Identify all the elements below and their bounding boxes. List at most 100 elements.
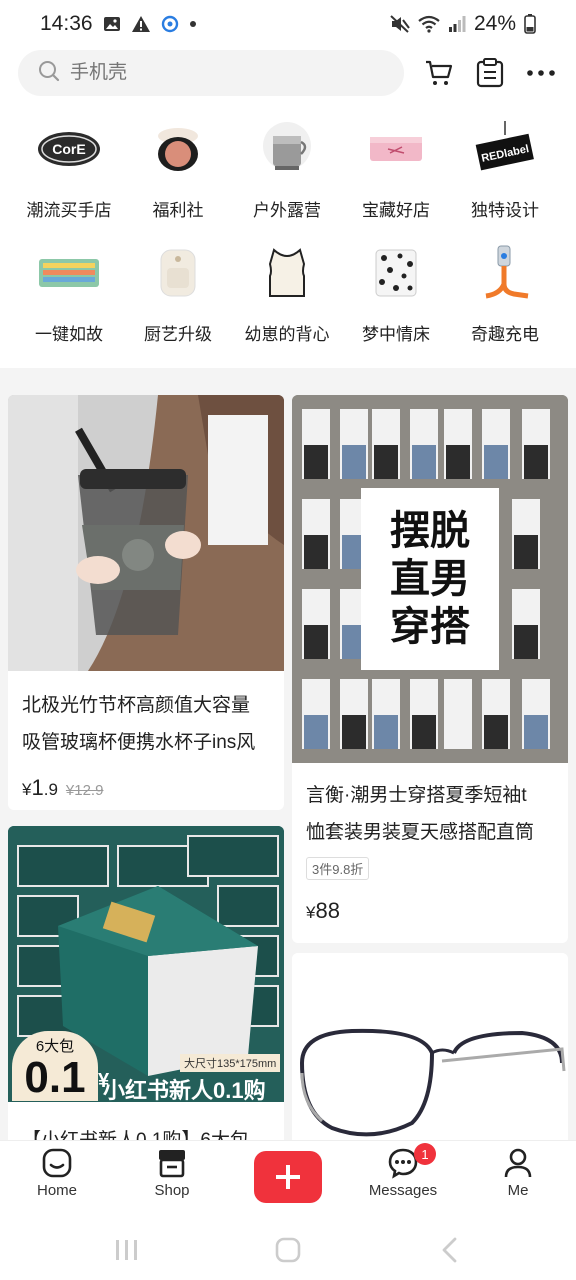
overlay-text: 摆脱: [390, 509, 470, 553]
product-feed: 北极光竹节杯高颜值大容量 吸管玻璃杯便携水杯子ins风 ¥ 1 .9 ¥12.9: [0, 368, 576, 1140]
nav-home[interactable]: Home: [12, 1147, 102, 1213]
price-decimal: .9: [43, 780, 58, 799]
tissue-banner: 小红书新人0.1购: [103, 1078, 266, 1102]
orders-clipboard-icon[interactable]: [471, 54, 509, 92]
category-treasure-shops[interactable]: 宝藏好店: [341, 118, 451, 228]
product-image-cup: [8, 395, 284, 671]
product-card-outfits[interactable]: 摆脱 直男 穿搭 言衡·潮男士穿搭夏季短袖t 恤套装男装夏天感搭配直筒 3件9.…: [292, 395, 568, 943]
back-icon[interactable]: [430, 1230, 470, 1270]
pink-box-image: [361, 118, 431, 180]
category-retro-keyboard[interactable]: 一键如故: [14, 242, 124, 352]
category-label: 潮流买手店: [26, 201, 112, 220]
keyboard-image: [34, 242, 104, 304]
product-title: 恤套装男装夏天感搭配直筒: [306, 822, 535, 843]
category-welfare[interactable]: 福利社: [123, 118, 233, 228]
product-title: 言衡·潮男士穿搭夏季短袖t: [306, 785, 527, 806]
app-notification-icon: [161, 15, 179, 33]
status-time: 14:36: [40, 12, 93, 35]
price-symbol: ¥: [22, 780, 32, 799]
profile-icon: [504, 1148, 532, 1178]
battery-percentage: 24%: [473, 12, 516, 35]
outfit-overlay-panel: 摆脱 直男 穿搭: [361, 488, 499, 670]
price-row: ¥ 88: [292, 898, 568, 924]
nav-messages[interactable]: 1 Messages: [358, 1143, 448, 1213]
signal-icon: [448, 15, 466, 33]
nav-label: Home: [36, 1182, 77, 1199]
mute-icon: [390, 15, 410, 33]
category-label: 户外露营: [253, 201, 321, 220]
category-row-1: CorE 潮流买手店 福利社 户外露营 宝藏好店 REDlabel 独特设计: [0, 118, 576, 228]
messages-badge: 1: [414, 1143, 436, 1165]
tissue-size-label: 大尺寸135*175mm: [180, 1054, 281, 1072]
category-fun-charging[interactable]: 奇趣充电: [450, 242, 560, 352]
home-icon: [42, 1148, 72, 1178]
category-row-2: 一键如故 厨艺升级 幼崽的背心 梦中情床 奇趣充电: [0, 242, 576, 352]
search-input[interactable]: [70, 62, 370, 84]
vest-image: [252, 242, 322, 304]
product-image-tissues: 6大包 0.1 ¥ 大尺寸135*175mm 小红书新人0.1购: [8, 826, 284, 1102]
category-kids-vest[interactable]: 幼崽的背心: [232, 242, 342, 352]
category-label: 梦中情床: [362, 325, 430, 344]
category-label: 一键如故: [35, 325, 103, 344]
shop-icon: [159, 1150, 185, 1178]
category-unique-design[interactable]: REDlabel 独特设计: [450, 118, 560, 228]
product-image-outfits: 摆脱 直男 穿搭: [292, 395, 568, 763]
nav-shop[interactable]: Shop: [127, 1147, 217, 1213]
price-symbol: ¥: [306, 903, 316, 922]
product-card-cup[interactable]: 北极光竹节杯高颜值大容量 吸管玻璃杯便携水杯子ins风 ¥ 1 .9 ¥12.9: [8, 395, 284, 810]
category-label: 宝藏好店: [362, 201, 430, 220]
product-image-glasses: [292, 953, 568, 1140]
product-title: 【小红书新人0.1购】6大包: [8, 1122, 284, 1140]
overlay-text: 穿搭: [390, 605, 470, 649]
cart-icon[interactable]: [420, 54, 458, 92]
category-outdoor-camping[interactable]: 户外露营: [232, 118, 342, 228]
more-menu-icon[interactable]: [522, 54, 560, 92]
product-card-glasses[interactable]: [292, 953, 568, 1140]
category-label: 幼崽的背心: [244, 325, 330, 344]
more-notifications-dot-icon: [189, 20, 197, 28]
search-header: [0, 48, 576, 100]
blush-compact-image: [143, 118, 213, 180]
product-card-tissues[interactable]: 6大包 0.1 ¥ 大尺寸135*175mm 小红书新人0.1购 【小红书新人0…: [8, 826, 284, 1140]
bedding-image: [361, 242, 431, 304]
air-fryer-image: [143, 242, 213, 304]
discount-tag: 3件9.8折: [306, 857, 370, 880]
nav-label: Shop: [154, 1182, 190, 1199]
nav-label: Messages: [368, 1182, 438, 1199]
status-bar: 14:36 24%: [0, 0, 576, 48]
overlay-text: 直男: [390, 557, 470, 601]
camping-pot-image: [252, 118, 322, 180]
category-kitchen-upgrade[interactable]: 厨艺升级: [123, 242, 233, 352]
battery-icon: [524, 14, 536, 34]
price-value: 88: [315, 898, 340, 923]
category-label: 奇趣充电: [471, 325, 539, 344]
warning-icon: [131, 15, 151, 33]
gallery-icon: [103, 15, 121, 33]
category-dream-bed[interactable]: 梦中情床: [341, 242, 451, 352]
category-trendy-buyer[interactable]: CorE 潮流买手店: [14, 118, 124, 228]
core-logo-image: CorE: [34, 118, 104, 180]
system-navigation: [0, 1218, 576, 1280]
create-post-button[interactable]: [254, 1151, 322, 1203]
search-icon: [38, 60, 60, 87]
badge-price: 0.1: [24, 1053, 86, 1102]
plus-icon: [276, 1165, 300, 1189]
category-label: 独特设计: [471, 201, 539, 220]
original-price: ¥12.9: [65, 782, 104, 799]
home-system-icon[interactable]: [268, 1230, 308, 1270]
price-row: ¥ 1 .9 ¥12.9: [8, 775, 284, 801]
category-label: 福利社: [152, 201, 204, 220]
nav-label: Me: [507, 1182, 529, 1199]
redlabel-sign-image: REDlabel: [470, 118, 540, 180]
wifi-icon: [418, 15, 440, 33]
search-bar[interactable]: [18, 50, 404, 96]
tissue-price-badge: 6大包 0.1: [12, 1031, 98, 1101]
category-label: 厨艺升级: [144, 325, 212, 344]
bottom-navigation: Home Shop 1 Messages Me: [0, 1140, 576, 1218]
product-title: 吸管玻璃杯便携水杯子ins风: [22, 732, 256, 753]
price-integer: 1: [31, 775, 44, 800]
recent-apps-icon[interactable]: [107, 1230, 147, 1270]
charging-cable-image: [470, 242, 540, 304]
nav-me[interactable]: Me: [473, 1147, 563, 1213]
svg-text:CorE: CorE: [52, 141, 85, 157]
